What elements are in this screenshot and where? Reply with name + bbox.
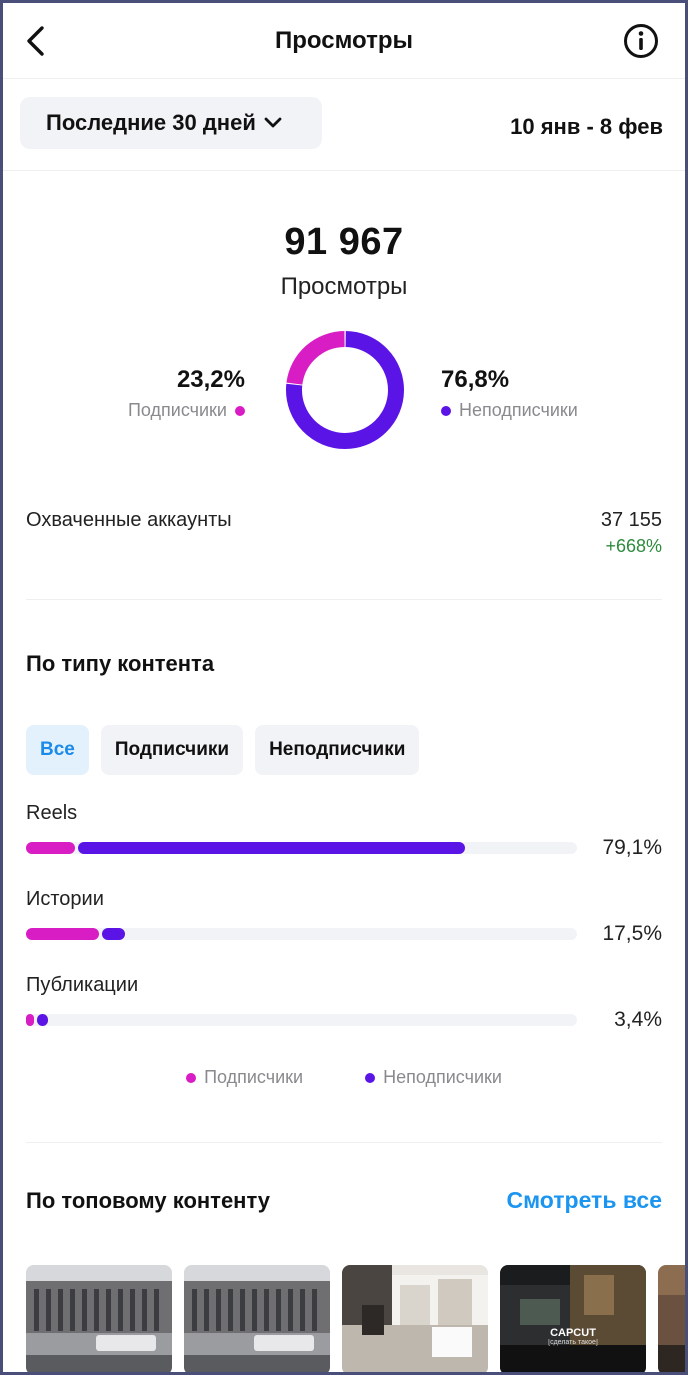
period-row: Последние 30 дней 10 янв - 8 фев xyxy=(3,79,685,171)
top-content-thumbnails: CAPCUT [сделать такое] xyxy=(26,1265,685,1372)
bar-percent: 3,4% xyxy=(614,1008,662,1031)
reach-value: 37 155 xyxy=(600,509,662,531)
non-followers-percent: 76,8% xyxy=(441,366,510,393)
page-title: Просмотры xyxy=(274,27,413,54)
building-photo-image xyxy=(184,1265,330,1372)
see-all-link[interactable]: Смотреть все xyxy=(506,1187,662,1214)
legend-followers-label: Подписчики xyxy=(204,1067,304,1087)
filter-chip-non-followers[interactable]: Неподписчики xyxy=(255,725,420,775)
bar-track xyxy=(26,1014,577,1026)
total-views-value: 91 967 xyxy=(284,221,404,263)
building-photo-image xyxy=(26,1265,172,1372)
followers-legend: Подписчики xyxy=(128,400,245,421)
info-icon xyxy=(624,24,658,58)
thumbnail-partial[interactable] xyxy=(658,1265,685,1372)
thumbnail-building[interactable] xyxy=(26,1265,172,1372)
period-dropdown-label: Последние 30 дней xyxy=(46,110,256,135)
content-bar-stories: Истории 17,5% xyxy=(26,888,662,958)
info-button[interactable] xyxy=(623,23,659,59)
reach-delta: +668% xyxy=(605,536,662,556)
top-bar: Просмотры xyxy=(3,3,685,79)
partial-photo-image xyxy=(658,1265,685,1372)
top-content-title: По топовому контенту xyxy=(26,1188,271,1213)
car-interior-photo-image xyxy=(500,1265,646,1372)
capcut-overlay: CAPCUT [сделать такое] xyxy=(500,1327,646,1346)
content-type-title: По типу контента xyxy=(26,651,215,676)
content-filter-chips: Все Подписчики Неподписчики xyxy=(26,725,420,775)
followers-percent: 23,2% xyxy=(176,366,245,393)
followers-share: 23,2% Подписчики xyxy=(128,366,245,421)
content-legend: Подписчики Неподписчики xyxy=(3,1067,685,1088)
bar-label: Публикации xyxy=(26,974,139,996)
followers-label: Подписчики xyxy=(127,400,227,420)
bar-followers-segment xyxy=(26,928,99,940)
content-bar-reels: Reels 79,1% xyxy=(26,802,662,872)
legend-non-followers: Неподписчики xyxy=(365,1067,502,1088)
legend-followers: Подписчики xyxy=(186,1067,303,1088)
divider xyxy=(26,599,662,600)
chevron-down-icon xyxy=(264,117,282,128)
date-range: 10 янв - 8 фев xyxy=(510,114,663,139)
divider xyxy=(26,1142,662,1143)
reach-label: Охваченные аккаунты xyxy=(26,509,232,531)
non-followers-legend: Неподписчики xyxy=(441,400,578,421)
bar-non-followers-segment xyxy=(37,1014,48,1026)
thumbnail-building[interactable] xyxy=(184,1265,330,1372)
bar-non-followers-segment xyxy=(78,842,465,854)
content-bar-posts: Публикации 3,4% xyxy=(26,974,662,1044)
bar-followers-segment xyxy=(26,1014,35,1026)
capcut-title: CAPCUT xyxy=(550,1327,596,1339)
legend-non-followers-dot-icon xyxy=(365,1072,376,1083)
non-followers-dot-icon xyxy=(441,405,451,416)
bar-percent: 17,5% xyxy=(602,922,662,945)
total-views-label: Просмотры xyxy=(280,273,408,300)
legend-followers-dot-icon xyxy=(186,1072,197,1083)
filter-chip-all[interactable]: Все xyxy=(26,725,89,775)
non-followers-label: Неподписчики xyxy=(459,400,578,420)
legend-non-followers-label: Неподписчики xyxy=(383,1067,502,1087)
views-donut-chart xyxy=(286,331,404,449)
bar-label: Истории xyxy=(26,888,104,910)
room-photo-image xyxy=(342,1265,488,1372)
bar-track xyxy=(26,842,577,854)
filter-chip-followers[interactable]: Подписчики xyxy=(100,725,244,775)
period-dropdown[interactable]: Последние 30 дней xyxy=(20,97,322,149)
bar-track xyxy=(26,928,577,940)
insights-screen: Просмотры Последние 30 дней 10 янв - 8 ф… xyxy=(3,3,685,1372)
bar-percent: 79,1% xyxy=(602,836,662,859)
non-followers-share: 76,8% Неподписчики xyxy=(441,366,578,421)
thumbnail-room[interactable] xyxy=(342,1265,488,1372)
bar-label: Reels xyxy=(26,802,78,824)
thumbnail-capcut[interactable]: CAPCUT [сделать такое] xyxy=(500,1265,646,1372)
followers-dot-icon xyxy=(235,405,245,416)
bar-non-followers-segment xyxy=(101,928,126,940)
capcut-subtitle: [сделать такое] xyxy=(548,1339,598,1346)
bar-followers-segment xyxy=(26,842,76,854)
